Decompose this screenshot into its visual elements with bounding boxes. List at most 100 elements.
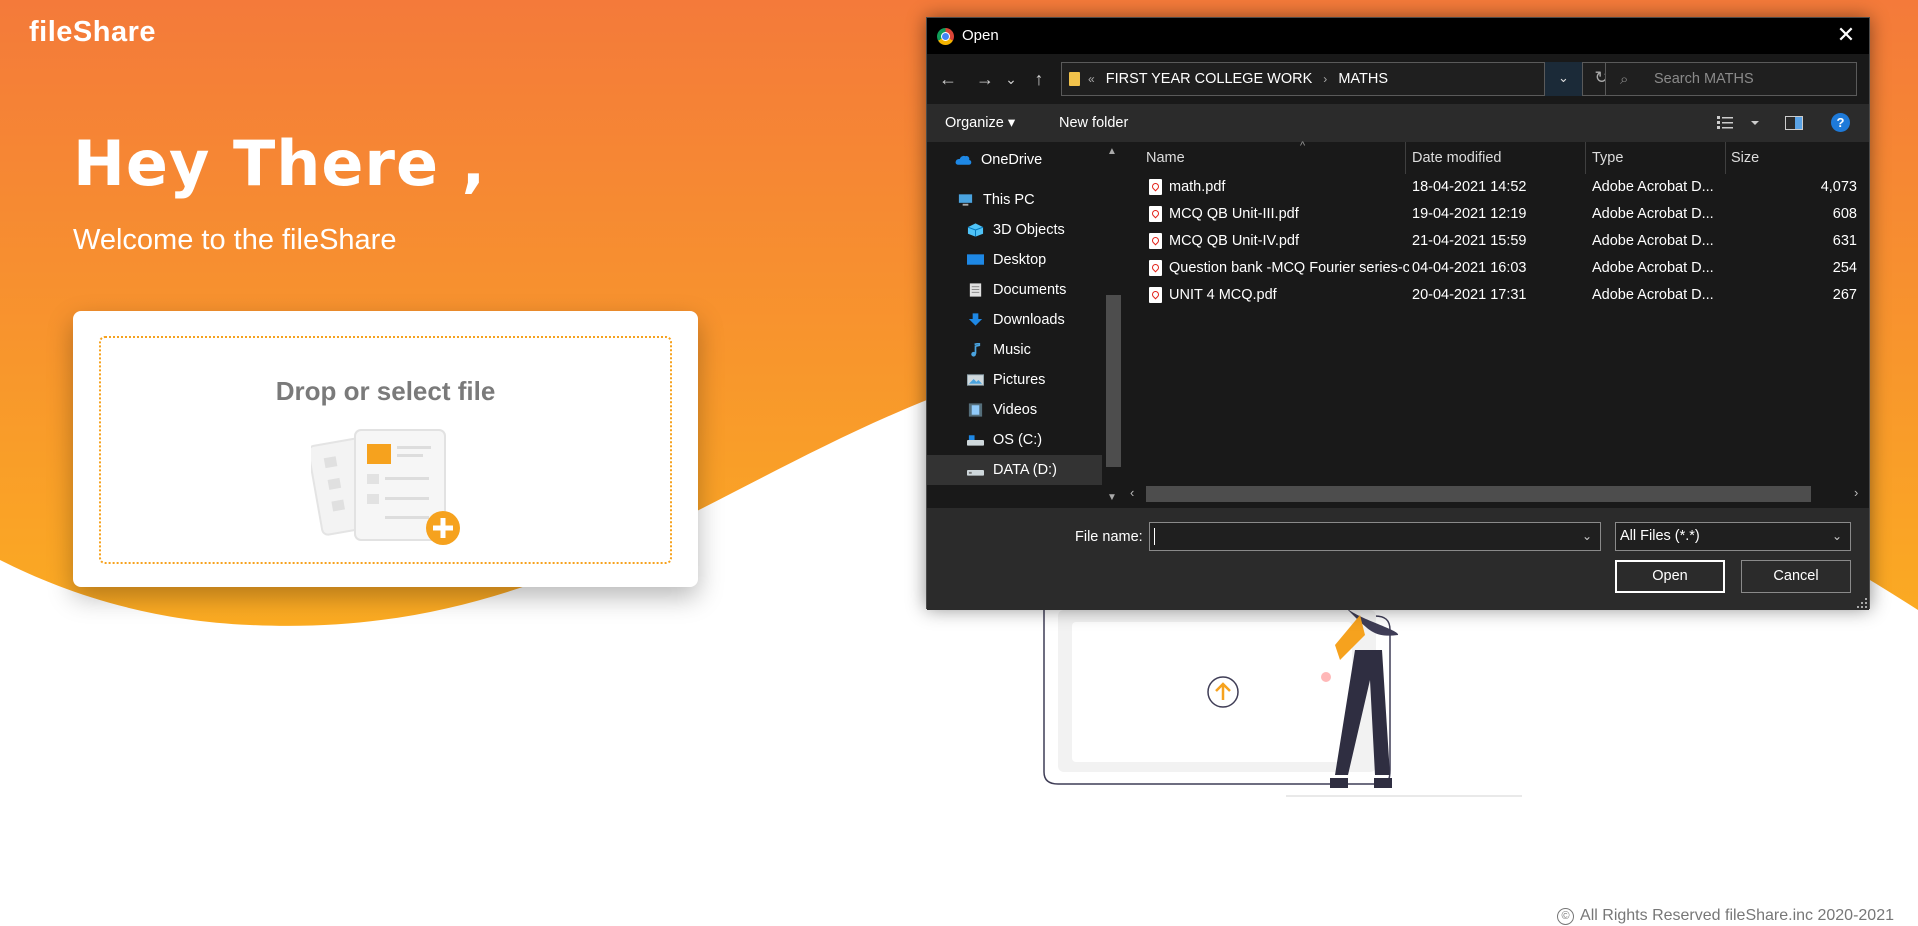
scroll-left-icon[interactable]: ‹ [1130,485,1134,500]
sidebar-item-pictures[interactable]: Pictures [927,365,1102,395]
breadcrumb-separator[interactable]: › [1323,72,1327,86]
pictures-icon [967,374,984,386]
sidebar-item-os-c[interactable]: OS (C:) [927,425,1102,455]
close-button[interactable]: ✕ [1823,18,1869,54]
column-header-name[interactable]: Name [1146,150,1185,166]
copyright-icon: © [1557,907,1575,925]
cancel-button[interactable]: Cancel [1741,560,1851,593]
forward-button[interactable]: → [972,66,998,92]
sidebar-item-this-pc[interactable]: This PC [927,185,1102,215]
sidebar-item-label: OS (C:) [993,432,1043,448]
add-file-icon [311,429,460,545]
upload-card: Drop or select file [73,311,698,587]
folder-icon [1069,72,1080,86]
up-button[interactable]: ↑ [1026,66,1052,92]
back-button[interactable]: ← [935,66,961,92]
file-name: MCQ QB Unit-III.pdf [1169,206,1299,222]
file-drop-zone[interactable]: Drop or select file [99,336,672,564]
address-bar[interactable]: « FIRST YEAR COLLEGE WORK › MATHS ⌄ ↻ [1061,62,1621,96]
help-icon[interactable]: ? [1831,113,1850,132]
file-name-label: File name: [1075,529,1143,545]
sidebar-item-music[interactable]: Music [927,335,1102,365]
chevron-down-icon[interactable]: ⌄ [1582,529,1592,543]
file-type-value: All Files (*.*) [1620,528,1700,544]
videos-icon [968,403,983,417]
resize-grip-icon[interactable] [1857,598,1867,608]
dialog-body: OneDrive This PC 3D Objects Desktop Docu… [927,140,1869,508]
sidebar-item-downloads[interactable]: Downloads [927,305,1102,335]
file-size: 267 [1832,287,1857,303]
file-row[interactable]: Question bank -MCQ Fourier series-conv..… [1144,256,1864,283]
upload-illustration [1043,600,1522,797]
navigation-scrollbar[interactable]: ▲ ▼ [1102,142,1124,508]
dialog-footer: File name: ⌄ All Files (*.*) ⌄ Open Canc… [927,508,1869,610]
brand-logo[interactable]: fileShare [29,16,156,49]
open-button[interactable]: Open [1615,560,1725,593]
drive-icon [967,435,984,446]
scroll-right-icon[interactable]: › [1854,485,1858,500]
music-icon [971,343,981,357]
column-divider[interactable] [1585,142,1586,174]
sidebar-item-data-d[interactable]: DATA (D:) [927,455,1102,485]
breadcrumb-item-maths[interactable]: MATHS [1338,71,1388,87]
pdf-icon [1149,206,1162,222]
sidebar-item-documents[interactable]: Documents [927,275,1102,305]
documents-icon [969,283,982,297]
sidebar-item-label: OneDrive [981,152,1043,168]
column-header-type[interactable]: Type [1592,150,1623,166]
horizontal-scrollbar[interactable]: ‹ › [1124,483,1869,503]
chevron-down-icon: ⌄ [1831,529,1842,543]
scroll-down-icon[interactable]: ▼ [1107,492,1117,503]
file-size: 4,073 [1820,179,1857,195]
preview-pane-icon[interactable] [1785,116,1803,130]
copyright-text: All Rights Reserved fileShare.inc 2020-2… [1580,907,1894,924]
copyright-footer: © All Rights Reserved fileShare.inc 2020… [1557,907,1894,925]
recent-locations-button[interactable]: ⌄ [998,66,1024,92]
sidebar-item-desktop[interactable]: Desktop [927,245,1102,275]
search-icon: ⌕ [1620,71,1629,88]
drive-icon [967,470,984,476]
search-input[interactable] [1654,69,1844,89]
file-row[interactable]: UNIT 4 MCQ.pdf 20-04-2021 17:31 Adobe Ac… [1144,283,1864,310]
navigation-pane: OneDrive This PC 3D Objects Desktop Docu… [927,142,1124,508]
file-name-input[interactable]: ⌄ [1149,522,1601,551]
navigation-bar: ← → ⌄ ↑ « FIRST YEAR COLLEGE WORK › MATH… [927,54,1869,104]
new-folder-button[interactable]: New folder [1059,115,1128,131]
column-header-size[interactable]: Size [1731,150,1759,166]
sidebar-item-label: This PC [983,192,1035,208]
sidebar-item-3d-objects[interactable]: 3D Objects [927,215,1102,245]
pdf-icon [1149,179,1162,195]
hero-subtitle: Welcome to the fileShare [73,224,397,256]
breadcrumb-item-first-year[interactable]: FIRST YEAR COLLEGE WORK [1106,71,1313,87]
file-type: Adobe Acrobat D... [1592,260,1714,276]
scroll-up-icon[interactable]: ▲ [1107,146,1117,157]
file-type: Adobe Acrobat D... [1592,206,1714,222]
pdf-icon [1149,233,1162,249]
file-date: 19-04-2021 12:19 [1412,206,1527,222]
sidebar-item-label: Downloads [993,312,1065,328]
file-list: ^ Name Date modified Type Size math.pdf … [1124,140,1869,508]
column-header-date-modified[interactable]: Date modified [1412,150,1501,166]
sidebar-item-videos[interactable]: Videos [927,395,1102,425]
search-box[interactable]: ⌕ [1605,62,1857,96]
address-dropdown-button[interactable]: ⌄ [1544,62,1582,96]
file-type-select[interactable]: All Files (*.*) ⌄ [1615,522,1851,551]
dialog-titlebar[interactable]: Open ✕ [927,18,1869,54]
column-divider[interactable] [1725,142,1726,174]
file-name: Question bank -MCQ Fourier series-conv..… [1169,260,1409,276]
file-row[interactable]: math.pdf 18-04-2021 14:52 Adobe Acrobat … [1144,175,1864,202]
column-divider[interactable] [1405,142,1406,174]
sidebar-item-label: 3D Objects [993,222,1065,238]
file-type: Adobe Acrobat D... [1592,179,1714,195]
breadcrumb-overflow[interactable]: « [1088,72,1095,86]
file-row[interactable]: MCQ QB Unit-III.pdf 19-04-2021 12:19 Ado… [1144,202,1864,229]
view-options-icon[interactable] [1717,115,1761,131]
sidebar-item-onedrive[interactable]: OneDrive [927,145,1102,175]
text-caret [1154,528,1155,545]
hero-title: Hey There , [73,127,487,200]
scrollbar-thumb[interactable] [1146,486,1811,502]
sidebar-item-label: Music [993,342,1031,358]
scrollbar-thumb[interactable] [1106,295,1121,467]
organize-menu[interactable]: Organize ▾ [945,115,1015,131]
file-row[interactable]: MCQ QB Unit-IV.pdf 21-04-2021 15:59 Adob… [1144,229,1864,256]
